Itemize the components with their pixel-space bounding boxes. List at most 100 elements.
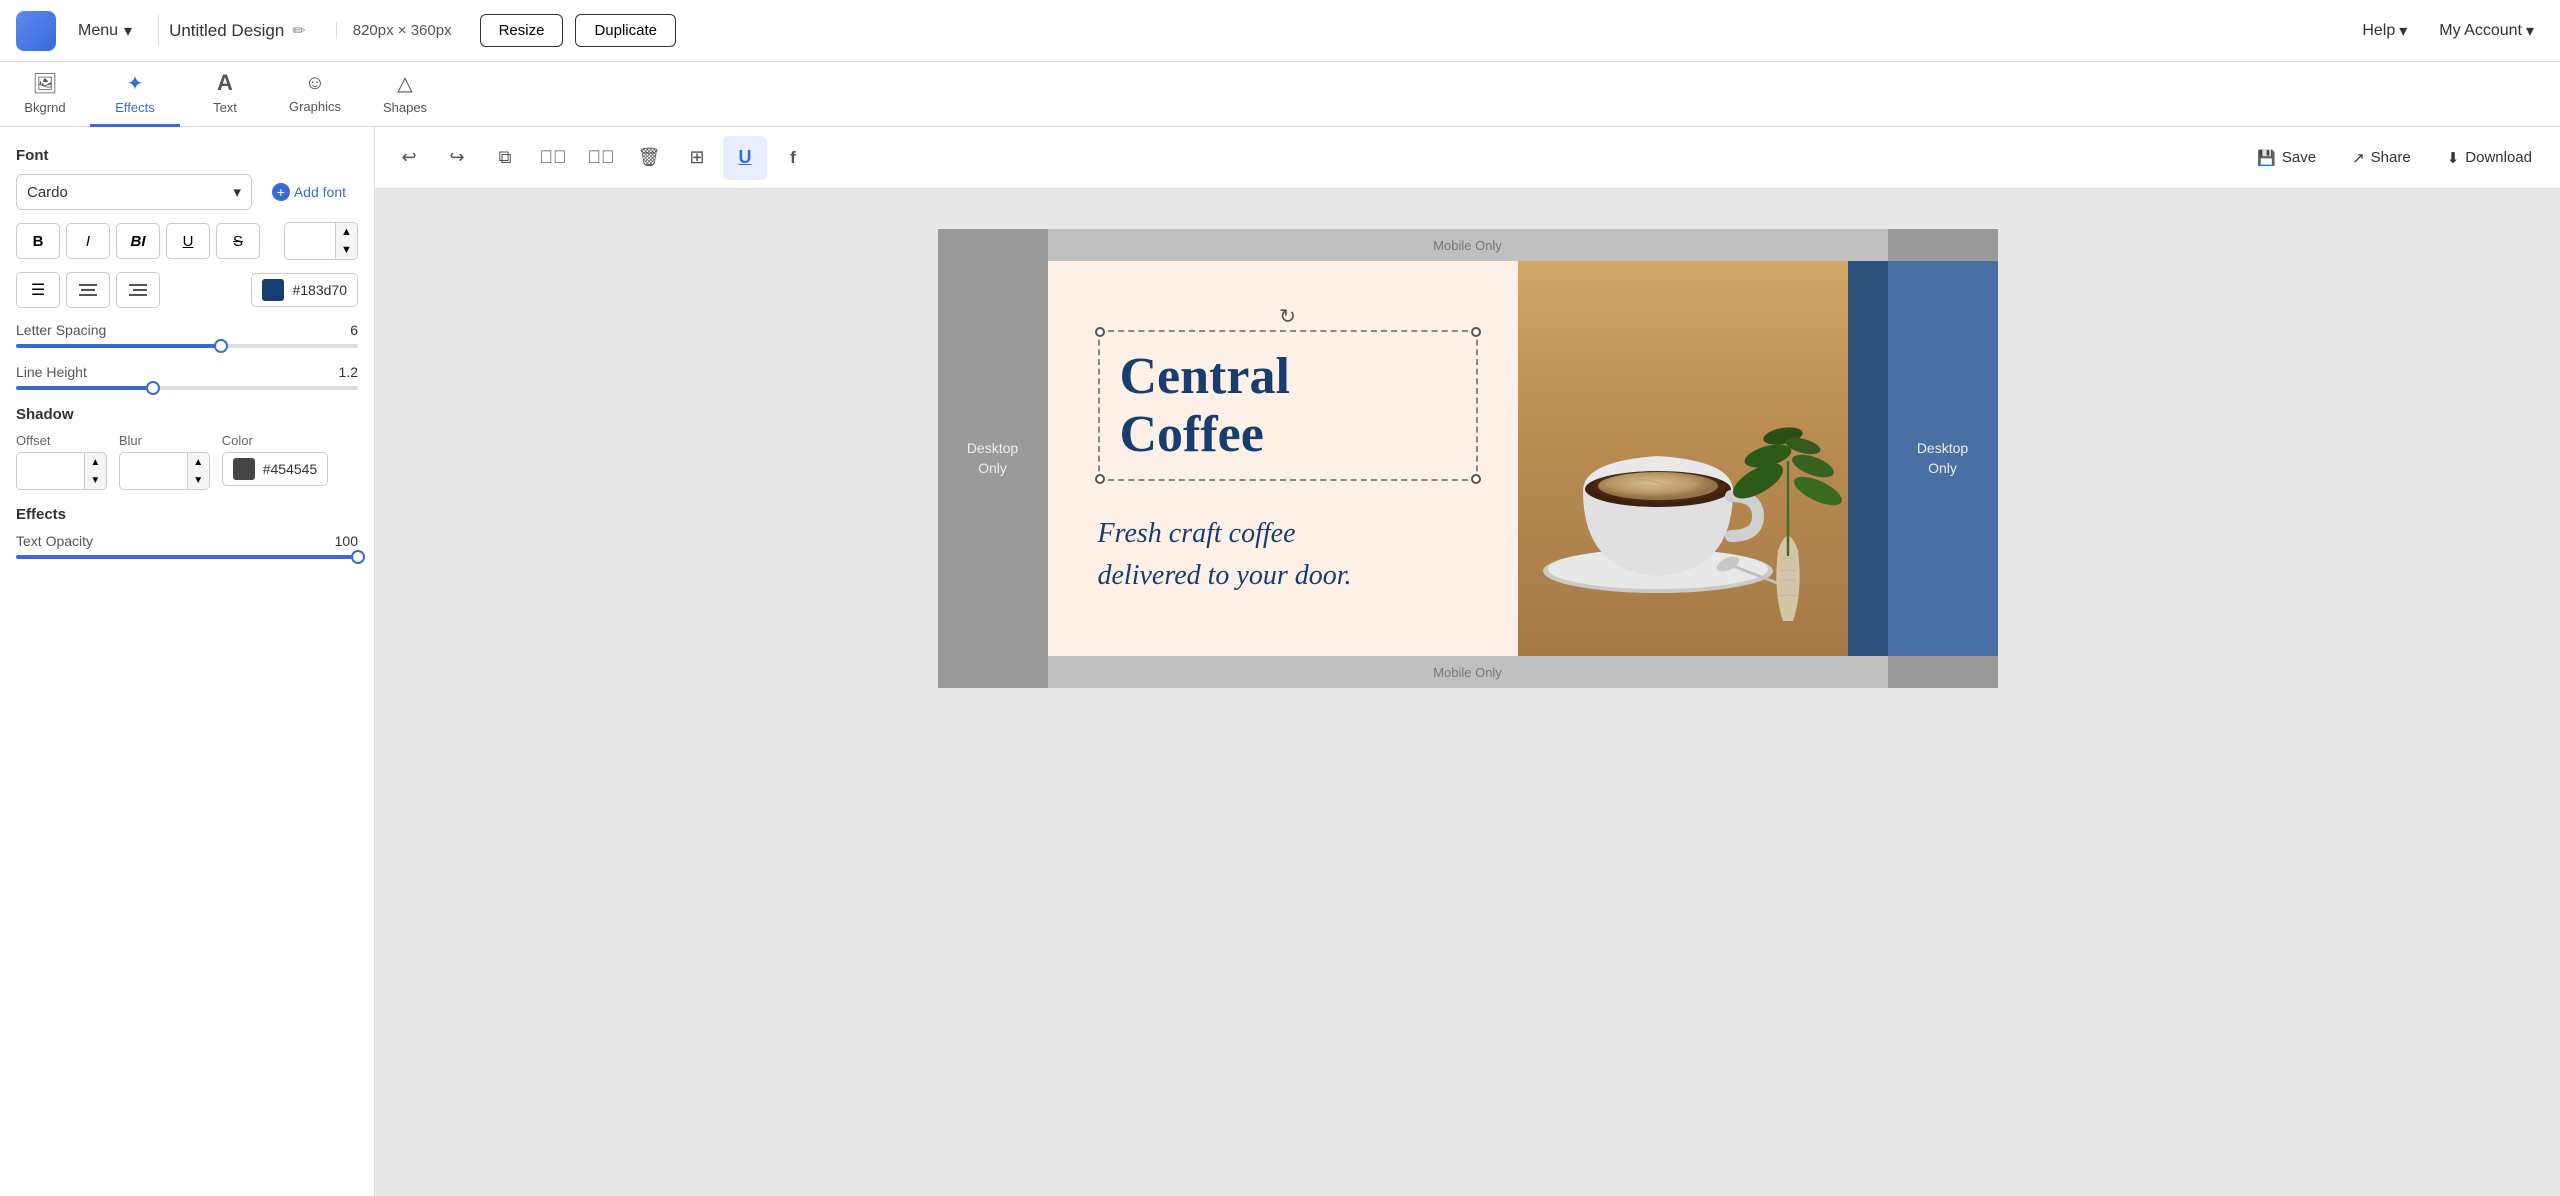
text-opacity-track[interactable] bbox=[16, 555, 358, 559]
text-opacity-label-row: Text Opacity 100 bbox=[16, 533, 358, 549]
text-underline-toolbar-button[interactable]: U bbox=[723, 136, 767, 180]
effects-section: Effects Text Opacity 100 bbox=[16, 506, 358, 559]
shadow-color-field: Color #454545 bbox=[222, 433, 358, 490]
align-left-button[interactable]: ☰ bbox=[16, 272, 60, 308]
desktop-only-left-panel: DesktopOnly bbox=[938, 261, 1048, 656]
plus-circle-icon: + bbox=[272, 183, 290, 201]
font-chevron-icon: ▾ bbox=[233, 183, 241, 201]
tab-shapes[interactable]: △ Shapes bbox=[360, 62, 450, 127]
save-button[interactable]: 💾 Save bbox=[2241, 141, 2332, 175]
font-section: Font Cardo ▾ + Add font B bbox=[16, 147, 358, 308]
corner-handle-tr[interactable] bbox=[1471, 327, 1481, 337]
tab-graphics-label: Graphics bbox=[289, 99, 341, 114]
bold-italic-icon: BI bbox=[131, 233, 146, 250]
italic-button[interactable]: I bbox=[66, 223, 110, 259]
line-height-thumb[interactable] bbox=[146, 381, 160, 395]
move-up-button[interactable]: ⬆⃞ bbox=[579, 136, 623, 180]
shadow-blur-down-button[interactable]: ▼ bbox=[187, 471, 209, 489]
dimensions-display: 820px × 360px bbox=[336, 22, 468, 39]
move-down-button[interactable]: ⬇⃞ bbox=[531, 136, 575, 180]
line-height-value: 1.2 bbox=[339, 364, 358, 380]
download-button[interactable]: ⬇ Download bbox=[2431, 141, 2548, 175]
letter-spacing-thumb[interactable] bbox=[214, 339, 228, 353]
top-mobile-only-label: Mobile Only bbox=[1433, 238, 1502, 253]
font-size-up-button[interactable]: ▲ bbox=[335, 223, 357, 241]
align-left-icon: ☰ bbox=[31, 280, 45, 300]
tab-bkgrnd[interactable]: 🖼 Bkgrnd bbox=[0, 62, 90, 127]
share-icon: ↗ bbox=[2352, 149, 2365, 167]
redo-button[interactable]: ↪ bbox=[435, 136, 479, 180]
save-label: Save bbox=[2282, 149, 2316, 166]
resize-button[interactable]: Resize bbox=[480, 14, 564, 47]
bold-button[interactable]: B bbox=[16, 223, 60, 259]
grid-button[interactable]: ⊞ bbox=[675, 136, 719, 180]
letter-spacing-track[interactable] bbox=[16, 344, 358, 348]
coffee-title-line2: Coffee bbox=[1120, 406, 1264, 463]
undo-icon: ↩ bbox=[401, 147, 416, 168]
bold-italic-button[interactable]: BI bbox=[116, 223, 160, 259]
my-account-button[interactable]: My Account ▾ bbox=[2429, 15, 2544, 47]
line-height-track[interactable] bbox=[16, 386, 358, 390]
tab-effects[interactable]: ✦ Effects bbox=[90, 62, 180, 127]
help-button[interactable]: Help ▾ bbox=[2352, 15, 2417, 47]
text-opacity-thumb[interactable] bbox=[351, 550, 365, 564]
text-icon: A bbox=[217, 70, 233, 96]
corner-handle-tl[interactable] bbox=[1095, 327, 1105, 337]
facebook-button[interactable]: f bbox=[771, 136, 815, 180]
corner-handle-br[interactable] bbox=[1471, 474, 1481, 484]
align-right-button[interactable] bbox=[116, 272, 160, 308]
tab-graphics[interactable]: ☺ Graphics bbox=[270, 62, 360, 127]
shadow-color-button[interactable]: #454545 bbox=[222, 452, 329, 486]
undo-button[interactable]: ↩ bbox=[387, 136, 431, 180]
shadow-offset-input[interactable]: 0 bbox=[17, 457, 84, 485]
desktop-only-right-panel: DesktopOnly bbox=[1888, 261, 1998, 656]
strikethrough-button[interactable]: S bbox=[216, 223, 260, 259]
shadow-offset-down-button[interactable]: ▼ bbox=[84, 471, 106, 489]
shadow-offset-up-button[interactable]: ▲ bbox=[84, 453, 106, 471]
menu-button[interactable]: Menu ▾ bbox=[68, 15, 142, 47]
font-size-down-button[interactable]: ▼ bbox=[335, 241, 357, 259]
add-font-button[interactable]: + Add font bbox=[260, 176, 358, 208]
shadow-blur-up-button[interactable]: ▲ bbox=[187, 453, 209, 471]
shadow-section-title: Shadow bbox=[16, 406, 358, 423]
line-height-label: Line Height bbox=[16, 364, 87, 380]
bkgrnd-icon: 🖼 bbox=[32, 71, 57, 96]
shadow-offset-field: Offset 0 ▲ ▼ bbox=[16, 433, 107, 490]
edit-title-icon[interactable]: ✏ bbox=[292, 21, 305, 41]
tab-shapes-label: Shapes bbox=[383, 100, 427, 115]
corner-handle-bl[interactable] bbox=[1095, 474, 1105, 484]
delete-button[interactable]: 🗑 bbox=[627, 136, 671, 180]
text-color-button[interactable]: #183d70 bbox=[251, 273, 358, 307]
coffee-subtitle-text[interactable]: Fresh craft coffee delivered to your doo… bbox=[1098, 513, 1478, 597]
right-panel: ↩ ↪ ⧉ ⬇⃞ ⬆⃞ 🗑 ⊞ bbox=[375, 127, 2560, 1196]
coffee-subtitle-line2: delivered to your door. bbox=[1098, 560, 1352, 591]
bold-icon: B bbox=[33, 233, 44, 250]
shadow-blur-arrows: ▲ ▼ bbox=[187, 453, 209, 489]
underline-button[interactable]: U bbox=[166, 223, 210, 259]
align-center-button[interactable] bbox=[66, 272, 110, 308]
italic-icon: I bbox=[86, 233, 90, 250]
canvas-area: Mobile Only DesktopOnly bbox=[375, 189, 2560, 1196]
coffee-subtitle-line1: Fresh craft coffee bbox=[1098, 518, 1296, 549]
tab-text[interactable]: A Text bbox=[180, 62, 270, 127]
text-opacity-label: Text Opacity bbox=[16, 533, 93, 549]
rotate-handle[interactable]: ↻ bbox=[1279, 304, 1296, 329]
font-select[interactable]: Cardo ▾ bbox=[16, 174, 252, 210]
share-button[interactable]: ↗ Share bbox=[2336, 141, 2427, 175]
duplicate-button[interactable]: Duplicate bbox=[575, 14, 676, 47]
font-size-input[interactable]: 34 bbox=[285, 227, 335, 256]
text-selection-box[interactable]: ↻ Central Coffee bbox=[1098, 330, 1478, 480]
share-label: Share bbox=[2371, 149, 2411, 166]
letter-spacing-label: Letter Spacing bbox=[16, 322, 106, 338]
help-label: Help bbox=[2362, 22, 2395, 40]
app-logo[interactable] bbox=[16, 11, 56, 51]
copy-button[interactable]: ⧉ bbox=[483, 136, 527, 180]
text-color-swatch bbox=[262, 279, 284, 301]
text-opacity-fill bbox=[16, 555, 358, 559]
shadow-blur-input[interactable]: 0 bbox=[120, 457, 187, 485]
coffee-title-text[interactable]: Central Coffee bbox=[1120, 348, 1456, 462]
coffee-photo-svg bbox=[1518, 261, 1888, 656]
shadow-color-swatch bbox=[233, 458, 255, 480]
download-label: Download bbox=[2465, 149, 2532, 166]
delete-icon: 🗑 bbox=[638, 147, 661, 168]
